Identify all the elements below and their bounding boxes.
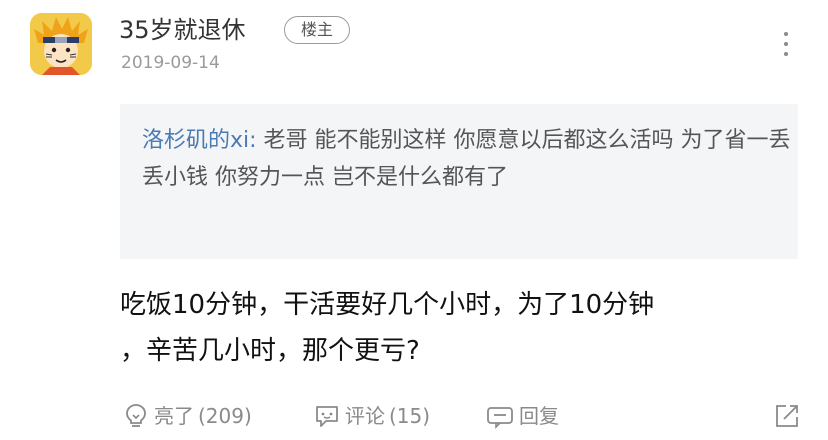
share-icon [776, 405, 798, 427]
comment-icon [316, 406, 338, 427]
post-content-line: 吃饭10分钟，干活要好几个小时，为了10分钟 [120, 290, 655, 320]
like-count: (209) [198, 404, 252, 428]
quote-author[interactable]: 洛杉矶的xi: [142, 128, 257, 153]
reply-icon [487, 407, 513, 429]
username[interactable]: 35岁就退休 [119, 14, 246, 46]
op-badge: 楼主 [284, 16, 350, 44]
lightbulb-icon [126, 404, 146, 427]
comment-count: (15) [389, 404, 431, 428]
like-button[interactable]: 亮了 (209) [122, 398, 252, 434]
comment-label: 评论 [345, 404, 385, 428]
reply-label: 回复 [519, 404, 559, 428]
share-button[interactable] [772, 401, 802, 435]
comment-button[interactable]: 评论 (15) [313, 398, 430, 434]
post-content-line: ，辛苦几小时，那个更亏? [120, 336, 420, 366]
more-vertical-icon[interactable] [776, 30, 796, 58]
quoted-reply[interactable]: 洛杉矶的xi: 老哥 能不能别这样 你愿意以后都这么活吗 为了省一丢丢小钱 你努… [120, 104, 798, 259]
like-label: 亮了 [154, 404, 194, 428]
post-content: 吃饭10分钟，干活要好几个小时，为了10分钟 ，辛苦几小时，那个更亏? [120, 282, 810, 374]
avatar[interactable] [30, 13, 92, 75]
quote-text: 洛杉矶的xi: 老哥 能不能别这样 你愿意以后都这么活吗 为了省一丢丢小钱 你努… [142, 122, 792, 196]
reply-button[interactable]: 回复 [485, 398, 559, 434]
post-date: 2019-09-14 [121, 53, 220, 73]
